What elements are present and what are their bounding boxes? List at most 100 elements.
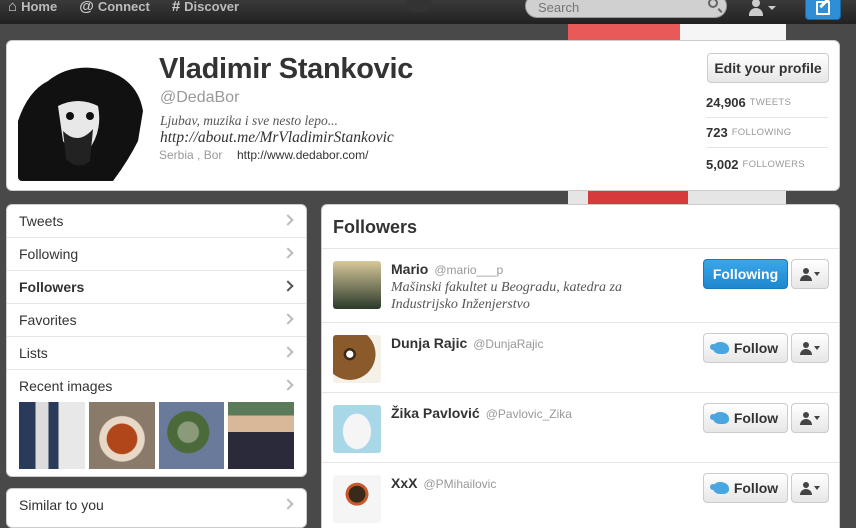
user-icon: [800, 267, 812, 281]
recent-images-title[interactable]: Recent images: [19, 370, 294, 402]
twitter-bird-icon[interactable]: [406, 0, 432, 12]
user-icon: [800, 481, 812, 495]
compose-icon: [816, 1, 830, 15]
nav-home[interactable]: ⌂ Home: [0, 0, 71, 16]
follower-bio: Mašinski fakultet u Beogradu, katedra za…: [391, 280, 622, 312]
twitter-bird-icon: [709, 342, 729, 354]
chevron-down-icon: [814, 346, 820, 350]
chevron-right-icon: [282, 280, 294, 292]
similar-to-you-title: Similar to you: [19, 497, 104, 513]
sidebar-item-label: Favorites: [19, 312, 77, 328]
profile-card: Vladimir Stankovic @DedaBor Ljubav, muzi…: [6, 40, 840, 191]
sidebar-item-label: Following: [19, 246, 79, 262]
profile-bio: Ljubav, muzika i sve nesto lepo...: [160, 113, 338, 128]
recent-image-thumb[interactable]: [228, 402, 294, 469]
profile-sidebar: Tweets Following Followers Favorites Lis…: [6, 204, 307, 477]
recent-image-thumb[interactable]: [158, 402, 225, 469]
search-input[interactable]: [538, 0, 698, 15]
following-button[interactable]: Following: [703, 259, 788, 289]
chevron-down-icon: [814, 486, 820, 490]
compose-tweet-button[interactable]: [805, 0, 841, 20]
follower-row: Dunja Rajic @DunjaRajic Follow: [322, 323, 839, 393]
chevron-right-icon: [282, 214, 294, 226]
follower-avatar[interactable]: [333, 335, 381, 383]
main-nav: ⌂ Home @ Connect # Discover: [0, 0, 253, 16]
user-icon: [747, 0, 765, 17]
account-menu[interactable]: [741, 0, 785, 20]
twitter-bird-icon: [709, 482, 729, 494]
follow-button[interactable]: Follow: [703, 403, 788, 433]
chevron-right-icon: [282, 346, 294, 358]
follower-row: Mario @mario___p Mašinski fakultet u Beog…: [322, 249, 839, 323]
follower-name[interactable]: Dunja Rajic @DunjaRajic: [391, 335, 543, 351]
chevron-down-icon: [814, 416, 820, 420]
stat-tweets[interactable]: 24,906 TWEETS: [706, 88, 828, 118]
stat-following[interactable]: 723 FOLLOWING: [706, 118, 828, 148]
sidebar-item-following[interactable]: Following: [7, 238, 306, 271]
profile-bio-link[interactable]: http://about.me/MrVladimirStankovic: [160, 129, 394, 147]
sidebar-item-lists[interactable]: Lists: [7, 337, 306, 370]
followers-panel: Followers Mario @mario___p Mašinski fakul…: [321, 204, 840, 528]
top-navigation-bar: ⌂ Home @ Connect # Discover: [0, 0, 856, 24]
stat-tweets-count: 24,906: [706, 95, 746, 110]
profile-avatar[interactable]: [18, 51, 148, 181]
profile-handle: @DedaBor: [160, 89, 240, 106]
chevron-right-icon: [282, 498, 294, 510]
follower-name[interactable]: Žika Pavlović @Pavlovic_Zika: [391, 405, 572, 421]
chevron-right-icon: [282, 313, 294, 325]
sidebar-item-tweets[interactable]: Tweets: [7, 205, 306, 238]
recent-image-thumb[interactable]: [88, 402, 155, 469]
recent-images: Recent images: [7, 370, 306, 476]
follow-button[interactable]: Follow: [703, 473, 788, 503]
sidebar-item-followers[interactable]: Followers: [7, 271, 306, 304]
nav-connect[interactable]: @ Connect: [71, 0, 164, 16]
follow-button[interactable]: Follow: [703, 333, 788, 363]
hashtag-icon: #: [171, 0, 181, 15]
stat-following-label: FOLLOWING: [731, 127, 792, 138]
user-actions-button[interactable]: [791, 403, 829, 433]
sidebar-item-label: Followers: [19, 279, 85, 295]
followers-title: Followers: [322, 205, 839, 249]
chevron-down-icon: [768, 6, 776, 10]
nav-connect-label: Connect: [97, 0, 150, 14]
profile-location: Serbia , Bor: [159, 148, 223, 162]
user-icon: [800, 341, 812, 355]
recent-image-thumb[interactable]: [19, 402, 85, 469]
user-actions-button[interactable]: [791, 473, 829, 503]
follower-handle: @Pavlovic_Zika: [485, 407, 572, 421]
search-box: [525, 0, 727, 18]
follower-handle: @DunjaRajic: [473, 337, 544, 351]
follower-name[interactable]: Mario @mario___p: [391, 261, 503, 277]
stat-followers[interactable]: 5,002 FOLLOWERS: [706, 149, 828, 179]
follower-row: XxX @PMihailovic Follow: [322, 463, 839, 528]
nav-discover[interactable]: # Discover: [164, 0, 253, 16]
profile-website[interactable]: http://www.dedabor.com/: [237, 148, 368, 162]
follower-handle: @mario___p: [434, 263, 504, 277]
sidebar-item-favorites[interactable]: Favorites: [7, 304, 306, 337]
follower-avatar[interactable]: [333, 475, 381, 523]
search-icon[interactable]: [708, 0, 718, 8]
follower-avatar[interactable]: [333, 261, 381, 309]
at-icon: @: [79, 0, 94, 15]
follower-handle: @PMihailovic: [423, 477, 497, 491]
home-icon: ⌂: [8, 0, 18, 15]
follower-row: Žika Pavlović @Pavlovic_Zika Follow: [322, 393, 839, 463]
similar-to-you[interactable]: Similar to you: [6, 488, 307, 528]
edit-profile-button[interactable]: Edit your profile: [707, 53, 829, 83]
follower-avatar[interactable]: [333, 405, 381, 453]
stat-following-count: 723: [706, 125, 728, 140]
nav-home-label: Home: [21, 0, 58, 14]
chevron-down-icon: [814, 272, 820, 276]
stat-tweets-label: TWEETS: [749, 97, 792, 108]
stat-followers-label: FOLLOWERS: [742, 158, 805, 170]
profile-name: Vladimir Stankovic: [159, 53, 414, 85]
stat-followers-count: 5,002: [706, 156, 739, 172]
sidebar-item-label: Lists: [19, 345, 48, 361]
chevron-right-icon: [282, 247, 294, 259]
user-icon: [800, 411, 812, 425]
sidebar-item-label: Tweets: [19, 213, 64, 229]
follower-name[interactable]: XxX @PMihailovic: [391, 475, 496, 491]
user-actions-button[interactable]: [791, 259, 829, 289]
nav-discover-label: Discover: [184, 0, 240, 14]
user-actions-button[interactable]: [791, 333, 829, 363]
